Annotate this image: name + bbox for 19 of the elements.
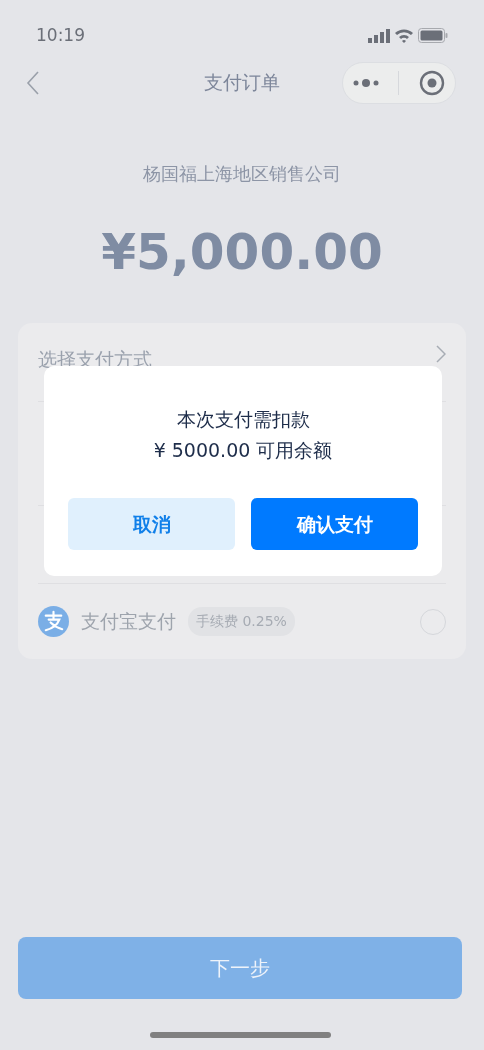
dialog-message: ¥ 5000.00 可用余额 — [152, 438, 334, 463]
fee-tag: 手续费 0.25% — [188, 607, 295, 636]
dialog-message: 本次支付需扣款 — [175, 407, 311, 432]
payment-icon — [38, 606, 69, 637]
payment-option[interactable]: 支付宝支付 手续费 0.25% — [38, 583, 446, 659]
next-button[interactable]: 下一步 — [18, 937, 462, 999]
payment-amount: ¥5,000.00 — [100, 227, 384, 277]
payee-name: 杨国福上海地区销售公司 — [142, 162, 342, 186]
close-icon[interactable] — [419, 69, 446, 96]
status-time: 10:19 — [36, 23, 85, 47]
wifi-icon — [394, 28, 414, 43]
page-title: 支付订单 — [204, 70, 280, 96]
cancel-button[interactable]: 取消 — [68, 498, 235, 550]
method-name: 支付宝支付 — [81, 609, 176, 635]
more-icon[interactable] — [352, 77, 379, 88]
battery-icon — [418, 28, 448, 43]
signal-icon — [368, 28, 390, 43]
confirm-button[interactable]: 确认支付 — [251, 498, 418, 550]
chevron-icon — [436, 345, 446, 363]
